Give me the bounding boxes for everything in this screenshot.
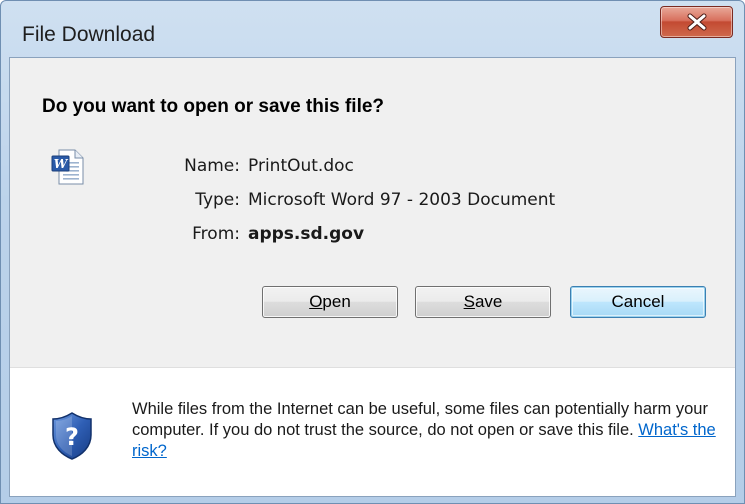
name-label: Name:	[184, 156, 240, 176]
save-button-mnemonic: S	[463, 292, 475, 311]
security-shield-icon: ?	[52, 412, 92, 460]
svg-text:W: W	[54, 157, 69, 171]
cancel-button-label: Cancel	[611, 292, 665, 311]
open-button[interactable]: Open	[262, 286, 398, 318]
close-button[interactable]	[660, 6, 733, 38]
dialog-heading: Do you want to open or save this file?	[42, 96, 385, 117]
from-value: apps.sd.gov	[248, 224, 365, 244]
warning-message: While files from the Internet can be use…	[132, 400, 708, 439]
close-icon	[687, 13, 706, 31]
open-button-mnemonic: O	[309, 292, 323, 311]
name-value: PrintOut.doc	[248, 156, 354, 176]
word-document-icon: W	[51, 149, 84, 185]
security-warning: While files from the Internet can be use…	[132, 399, 722, 462]
file-download-window: File Download Do you want to open or sav…	[0, 0, 745, 504]
save-button-label: ave	[474, 292, 503, 311]
dialog-body: Do you want to open or save this file? W…	[9, 57, 736, 497]
title-bar[interactable]: File Download	[1, 1, 744, 57]
type-value: Microsoft Word 97 - 2003 Document	[248, 190, 556, 210]
svg-text:?: ?	[65, 423, 79, 451]
file-info-panel: Do you want to open or save this file? W…	[10, 58, 735, 367]
from-label: From:	[192, 224, 240, 244]
section-divider	[10, 367, 735, 368]
type-label: Type:	[195, 190, 240, 210]
save-button[interactable]: Save	[415, 286, 551, 318]
window-title: File Download	[22, 23, 156, 46]
open-button-label: pen	[322, 292, 351, 311]
cancel-button[interactable]: Cancel	[570, 286, 706, 318]
